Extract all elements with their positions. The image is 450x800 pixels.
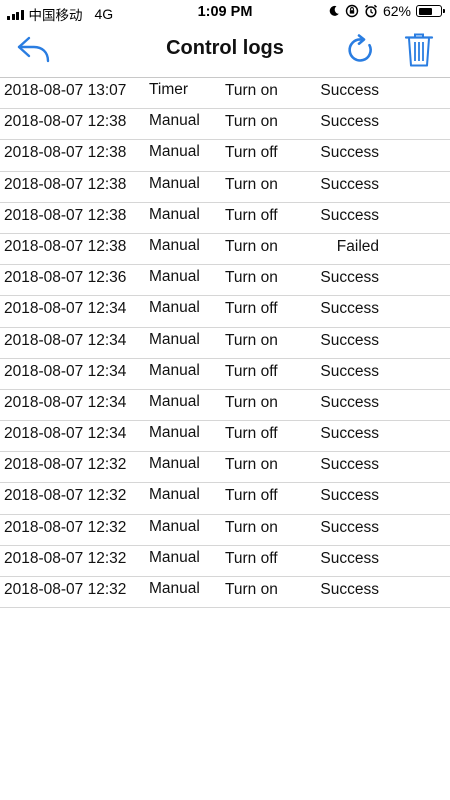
log-time: 2018-08-07 12:34	[4, 362, 127, 380]
log-mode: Manual	[149, 236, 200, 254]
page-title: Control logs	[166, 37, 284, 59]
log-result: Success	[320, 425, 379, 443]
log-result: Success	[320, 518, 379, 536]
log-action: Turn on	[225, 237, 278, 255]
log-time: 2018-08-07 12:34	[4, 300, 127, 318]
log-time: 2018-08-07 12:32	[4, 518, 127, 536]
log-action: Turn on	[225, 518, 278, 536]
log-action: Turn off	[225, 549, 278, 567]
control-log-list[interactable]: 2018-08-07 13:07 Timer Turn on Success 2018-…	[0, 78, 450, 609]
log-mode: Manual	[149, 548, 200, 566]
log-result: Success	[320, 487, 379, 505]
log-mode: Manual	[149, 361, 200, 379]
log-result: Success	[320, 549, 379, 567]
log-time: 2018-08-07 12:34	[4, 393, 127, 411]
log-row[interactable]: 2018-08-07 12:38 Manual Turn on Success	[0, 109, 450, 141]
orientation-lock-icon	[345, 4, 359, 18]
log-result: Success	[320, 113, 379, 131]
log-action: Turn on	[225, 113, 278, 131]
log-time: 2018-08-07 12:32	[4, 456, 127, 474]
log-result: Success	[320, 581, 379, 598]
moon-icon	[329, 5, 339, 16]
status-right: 62%	[328, 3, 445, 19]
log-mode: Manual	[149, 580, 200, 597]
log-mode: Manual	[149, 268, 200, 286]
log-row[interactable]: 2018-08-07 12:38 Manual Turn off Success	[0, 140, 450, 172]
refresh-icon[interactable]	[344, 33, 378, 67]
battery-percent: 62%	[382, 3, 411, 19]
log-time: 2018-08-07 12:38	[4, 113, 127, 131]
log-action: Turn off	[225, 362, 278, 380]
log-mode: Manual	[149, 424, 200, 442]
log-result: Success	[320, 269, 379, 287]
log-row[interactable]: 2018-08-07 13:07 Timer Turn on Success	[0, 78, 450, 110]
log-result: Failed	[336, 237, 379, 255]
log-time: 2018-08-07 13:07	[4, 82, 127, 99]
log-row[interactable]: 2018-08-07 12:34 Manual Turn on Success	[0, 390, 450, 422]
log-time: 2018-08-07 12:38	[4, 237, 127, 255]
log-action: Turn off	[225, 206, 278, 224]
log-time: 2018-08-07 12:34	[4, 425, 127, 443]
log-result: Success	[320, 175, 379, 193]
log-mode: Manual	[149, 455, 200, 473]
log-time: 2018-08-07 12:32	[4, 487, 127, 505]
log-time: 2018-08-07 12:34	[4, 331, 127, 349]
log-mode: Manual	[149, 143, 200, 161]
log-time: 2018-08-07 12:38	[4, 144, 127, 162]
log-action: Turn off	[225, 425, 278, 443]
log-row[interactable]: 2018-08-07 12:32 Manual Turn off Success	[0, 483, 450, 515]
log-result: Success	[320, 206, 379, 224]
log-mode: Manual	[149, 112, 200, 130]
log-row[interactable]: 2018-08-07 12:32 Manual Turn on Success	[0, 452, 450, 484]
navigation-bar: Control logs	[0, 26, 450, 77]
log-row[interactable]: 2018-08-07 12:34 Manual Turn off Success	[0, 296, 450, 328]
log-result: Success	[320, 393, 379, 411]
log-action: Turn on	[225, 269, 278, 287]
log-row[interactable]: 2018-08-07 12:34 Manual Turn off Success	[0, 359, 450, 390]
log-row[interactable]: 2018-08-07 12:36 Manual Turn on Success	[0, 265, 450, 297]
log-action: Turn on	[225, 331, 278, 349]
log-action: Turn on	[225, 175, 278, 193]
log-action: Turn off	[225, 300, 278, 318]
log-mode: Manual	[149, 392, 200, 410]
log-row[interactable]: 2018-08-07 12:38 Manual Turn on Success	[0, 172, 450, 203]
log-mode: Timer	[149, 81, 189, 98]
log-result: Success	[320, 144, 379, 162]
log-row[interactable]: 2018-08-07 12:38 Manual Turn off Success	[0, 203, 450, 234]
log-row[interactable]: 2018-08-07 12:32 Manual Turn on Success	[0, 577, 450, 609]
log-result: Success	[320, 331, 379, 349]
log-action: Turn off	[225, 487, 278, 505]
log-time: 2018-08-07 12:38	[4, 175, 127, 193]
log-row[interactable]: 2018-08-07 12:34 Manual Turn off Success	[0, 421, 450, 453]
log-result: Success	[320, 362, 379, 380]
log-mode: Manual	[149, 299, 200, 317]
log-action: Turn on	[225, 456, 278, 474]
log-result: Success	[320, 456, 379, 474]
log-mode: Manual	[149, 517, 200, 535]
log-action: Turn off	[225, 144, 278, 162]
log-time: 2018-08-07 12:36	[4, 269, 127, 287]
log-row[interactable]: 2018-08-07 12:38 Manual Turn on Failed	[0, 234, 450, 266]
log-result: Success	[320, 300, 379, 318]
log-time: 2018-08-07 12:32	[4, 549, 127, 567]
trash-icon[interactable]	[404, 32, 434, 68]
log-row[interactable]: 2018-08-07 12:32 Manual Turn off Success	[0, 546, 450, 577]
log-mode: Manual	[149, 330, 200, 348]
battery-level-fill	[418, 7, 432, 15]
log-result: Success	[320, 82, 379, 99]
log-mode: Manual	[149, 486, 200, 504]
log-action: Turn on	[225, 82, 278, 99]
battery-icon	[416, 5, 445, 17]
log-row[interactable]: 2018-08-07 12:32 Manual Turn on Success	[0, 515, 450, 546]
log-action: Turn on	[225, 581, 278, 598]
log-mode: Manual	[149, 205, 200, 223]
log-row[interactable]: 2018-08-07 12:34 Manual Turn on Success	[0, 328, 450, 359]
log-time: 2018-08-07 12:38	[4, 206, 127, 224]
status-bar: 中国移动 4G 1:09 PM 62%	[0, 0, 450, 26]
alarm-icon	[364, 4, 377, 18]
log-mode: Manual	[149, 174, 200, 192]
log-action: Turn on	[225, 393, 278, 411]
log-time: 2018-08-07 12:32	[4, 581, 127, 598]
